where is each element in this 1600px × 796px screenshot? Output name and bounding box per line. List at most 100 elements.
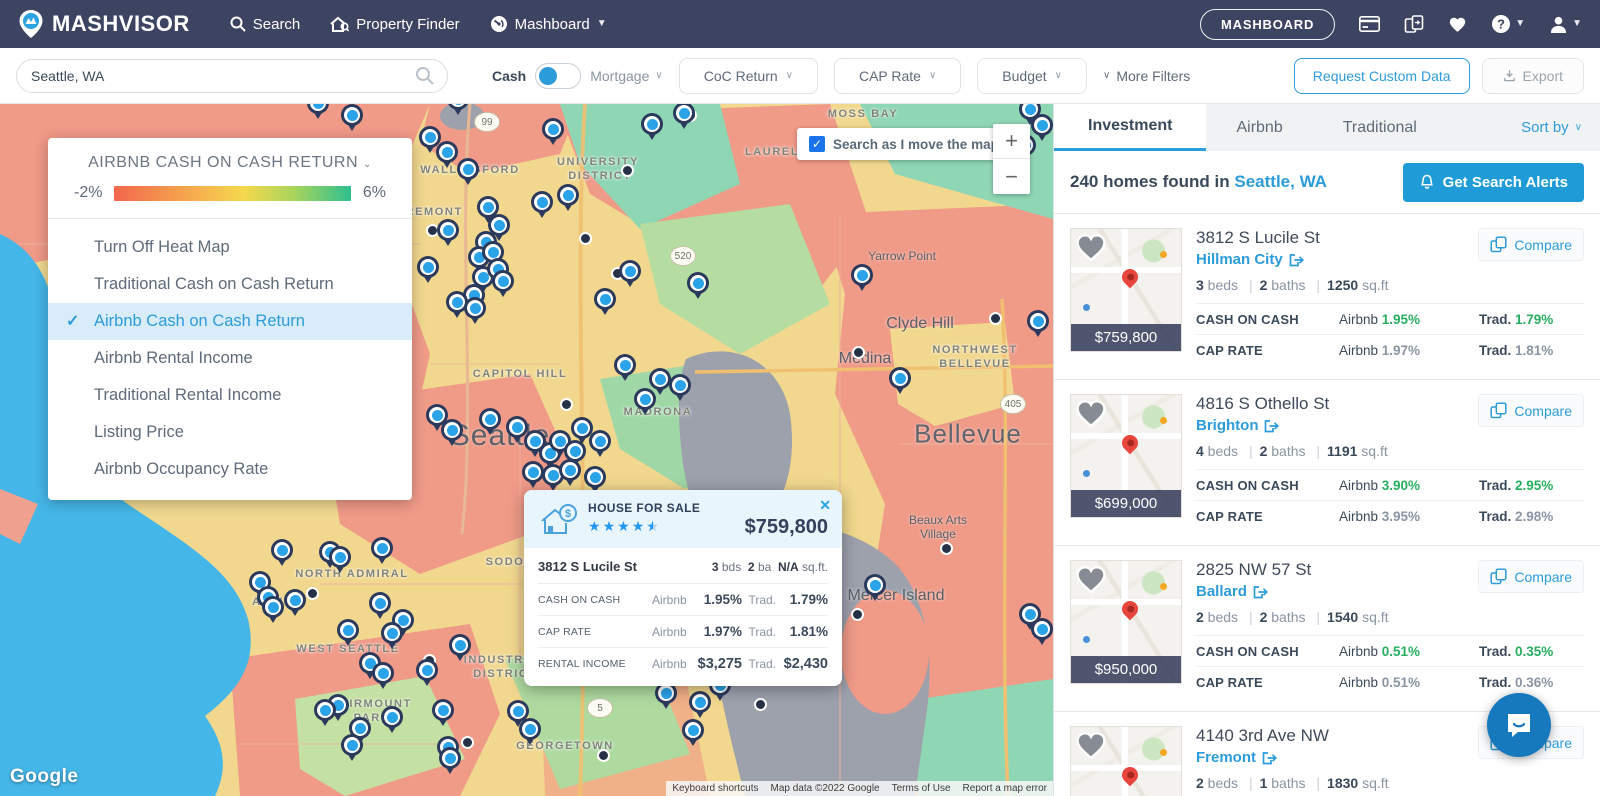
property-map-pin[interactable] — [542, 118, 564, 146]
attribution-link[interactable]: Keyboard shortcuts — [666, 781, 765, 796]
property-thumbnail-map[interactable]: $950,000 — [1070, 560, 1182, 684]
property-map-pin[interactable] — [464, 297, 486, 325]
budget-filter[interactable]: Budget ∨ — [977, 57, 1087, 94]
attribution-link[interactable]: Terms of Use — [885, 781, 957, 796]
zoom-out-button[interactable]: − — [993, 159, 1030, 194]
property-map-dot[interactable] — [579, 232, 592, 245]
favorite-heart-icon[interactable] — [1074, 564, 1108, 595]
heatmap-selector-header[interactable]: AIRBNB CASH ON CASH RETURN ⌄ — [48, 138, 412, 184]
tab-investment[interactable]: Investment — [1054, 104, 1207, 151]
property-map-pin[interactable] — [262, 596, 284, 624]
search-as-move-control[interactable]: ✓ Search as I move the map — [797, 128, 1011, 160]
nav-search[interactable]: Search — [230, 16, 300, 33]
heatmap-option[interactable]: ✓ Airbnb Cash on Cash Return — [48, 303, 412, 340]
mashvisor-logo[interactable]: MASHVISOR — [18, 9, 190, 39]
heatmap-option[interactable]: Airbnb Occupancy Rate — [48, 451, 412, 488]
get-search-alerts-button[interactable]: Get Search Alerts — [1402, 162, 1584, 202]
mashboard-button[interactable]: MASHBOARD — [1200, 8, 1336, 40]
property-map-pin[interactable] — [594, 288, 616, 316]
property-map-dot[interactable] — [940, 542, 953, 555]
property-map-pin[interactable] — [441, 419, 463, 447]
account-menu[interactable]: ▼ — [1549, 15, 1582, 34]
results-location-link[interactable]: Seattle, WA — [1234, 172, 1327, 191]
property-map-dot[interactable] — [989, 312, 1002, 325]
favorite-heart-icon[interactable] — [1074, 232, 1108, 263]
property-map-pin[interactable] — [889, 367, 911, 395]
help-menu[interactable]: ? ▼ — [1491, 14, 1525, 34]
property-map-pin[interactable] — [416, 659, 438, 687]
property-map-pin[interactable] — [341, 104, 363, 132]
neighborhood-link[interactable]: Fremont — [1196, 749, 1329, 766]
coc-return-filter[interactable]: CoC Return ∨ — [678, 57, 818, 94]
property-map-pin[interactable] — [673, 104, 695, 130]
cap-rate-filter[interactable]: CAP Rate ∨ — [833, 57, 962, 94]
property-map-pin[interactable] — [1031, 618, 1053, 646]
more-filters[interactable]: ∨ More Filters — [1103, 68, 1190, 84]
favorite-heart-icon[interactable] — [1074, 730, 1108, 761]
property-map-dot[interactable] — [754, 698, 767, 711]
mortgage-dropdown[interactable]: Mortgage ∨ — [590, 68, 662, 84]
attribution-link[interactable]: Report a map error — [956, 781, 1053, 796]
property-map-pin[interactable] — [307, 104, 329, 120]
property-map-dot[interactable] — [851, 608, 864, 621]
neighborhood-link[interactable]: Brighton — [1196, 417, 1329, 434]
property-map-pin[interactable] — [864, 574, 886, 602]
property-map-pin[interactable] — [689, 691, 711, 719]
compare-button[interactable]: Compare — [1478, 228, 1584, 261]
neighborhood-link[interactable]: Ballard — [1196, 583, 1311, 600]
property-address[interactable]: 4816 S Othello St — [1196, 394, 1329, 414]
property-map-pin[interactable] — [417, 256, 439, 284]
billing-icon[interactable] — [1359, 16, 1381, 32]
cash-mortgage-toggle[interactable] — [535, 62, 582, 89]
property-address[interactable]: 4140 3rd Ave NW — [1196, 726, 1329, 746]
property-map-pin[interactable] — [337, 619, 359, 647]
chat-bubble-button[interactable] — [1487, 693, 1551, 757]
property-map-pin[interactable] — [522, 461, 544, 489]
property-map-pin[interactable] — [614, 354, 636, 382]
property-map-pin[interactable] — [559, 459, 581, 487]
property-card[interactable]: $699,000 4816 S Othello St Brighton Comp… — [1054, 379, 1600, 545]
property-map-pin[interactable] — [641, 113, 663, 141]
property-map-pin[interactable] — [634, 388, 656, 416]
property-map-pin[interactable] — [329, 546, 351, 574]
heatmap-option[interactable]: Listing Price — [48, 414, 412, 451]
favorites-heart-icon[interactable] — [1448, 16, 1467, 33]
property-address[interactable]: 2825 NW 57 St — [1196, 560, 1311, 580]
property-map-pin[interactable] — [669, 374, 691, 402]
property-thumbnail-map[interactable]: $699,000 — [1070, 394, 1182, 518]
compare-button[interactable]: Compare — [1478, 394, 1584, 427]
property-map-pin[interactable] — [284, 589, 306, 617]
heatmap-option[interactable]: Traditional Cash on Cash Return — [48, 266, 412, 303]
property-map-pin[interactable] — [655, 682, 677, 710]
attribution-link[interactable]: Map data ©2022 Google — [764, 781, 886, 796]
compare-button[interactable]: Compare — [1478, 560, 1584, 593]
tab-traditional[interactable]: Traditional — [1313, 104, 1447, 151]
request-custom-data-button[interactable]: Request Custom Data — [1293, 57, 1470, 94]
tab-airbnb[interactable]: Airbnb — [1206, 104, 1312, 151]
property-map-pin[interactable] — [589, 430, 611, 458]
property-map-pin[interactable] — [479, 408, 501, 436]
property-map-pin[interactable] — [432, 699, 454, 727]
property-map-pin[interactable] — [507, 700, 529, 728]
property-map-dot[interactable] — [621, 164, 634, 177]
compare-properties-icon[interactable] — [1404, 14, 1424, 34]
property-map-pin[interactable] — [687, 272, 709, 300]
nav-mashboard[interactable]: Mashboard ▼ — [490, 15, 607, 33]
property-map-pin[interactable] — [619, 260, 641, 288]
property-map-pin[interactable] — [447, 104, 469, 116]
location-search-input[interactable] — [16, 58, 448, 93]
property-map-pin[interactable] — [436, 141, 458, 169]
property-map-pin[interactable] — [492, 270, 514, 298]
sort-by-dropdown[interactable]: Sort by ∨ — [1521, 104, 1600, 151]
property-map-dot[interactable] — [560, 398, 573, 411]
heatmap-option[interactable]: Traditional Rental Income — [48, 377, 412, 414]
property-map-dot[interactable] — [597, 749, 610, 762]
property-card[interactable]: $950,000 2825 NW 57 St Ballard Compare 2… — [1054, 545, 1600, 711]
export-button[interactable]: Export — [1481, 57, 1584, 94]
heatmap-option[interactable]: Airbnb Rental Income — [48, 340, 412, 377]
property-map-dot[interactable] — [461, 736, 474, 749]
property-map-pin[interactable] — [381, 622, 403, 650]
search-icon[interactable] — [415, 66, 435, 86]
property-map-pin[interactable] — [457, 158, 479, 186]
property-map-dot[interactable] — [852, 346, 865, 359]
